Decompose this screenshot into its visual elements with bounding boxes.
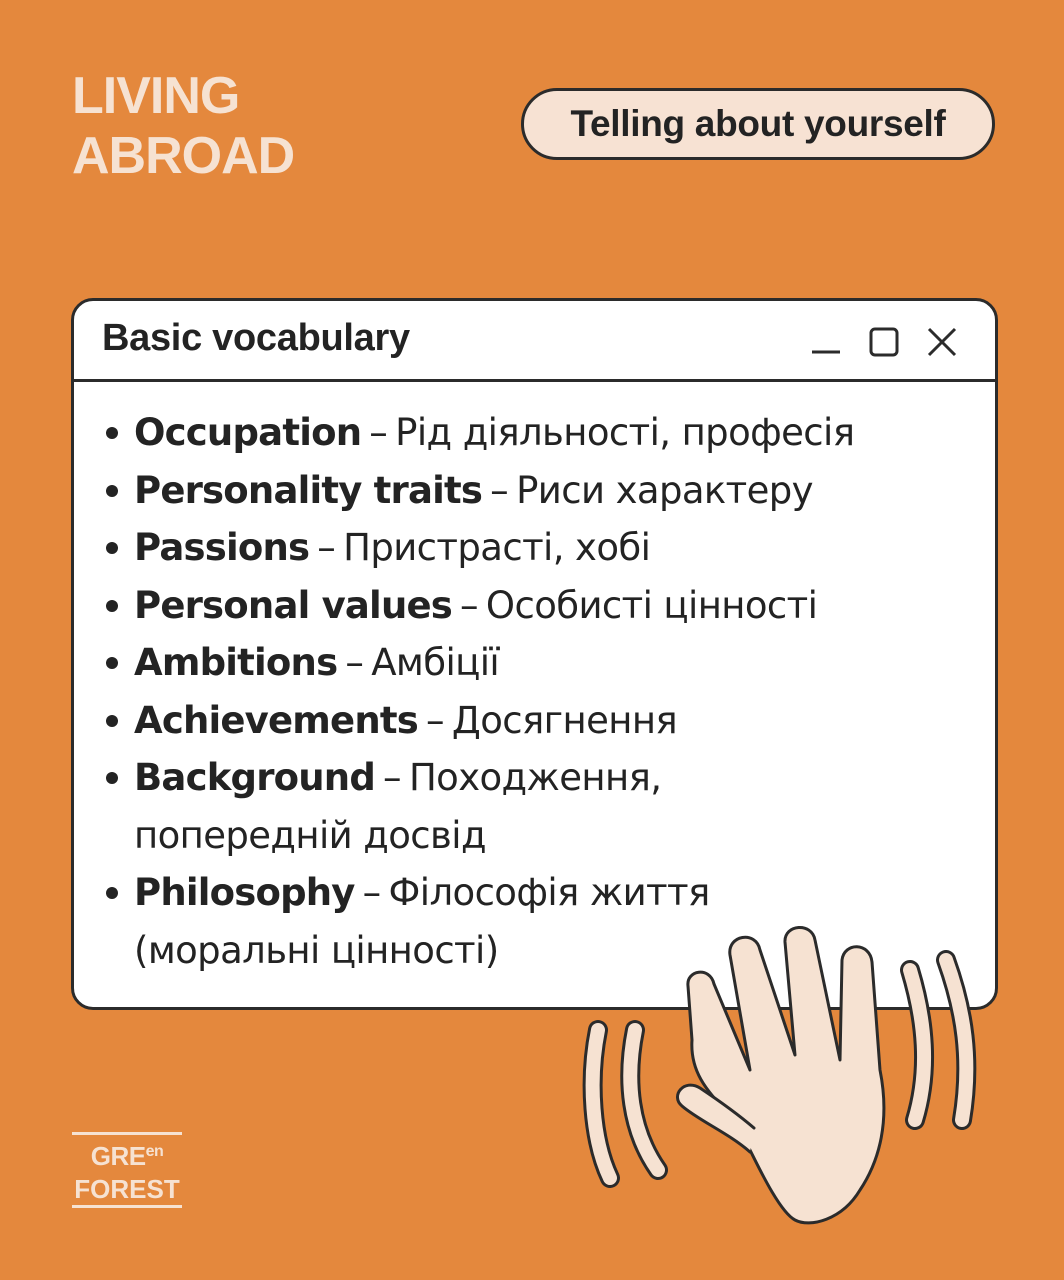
vocab-term: Passions — [134, 526, 310, 569]
window-titlebar: Basic vocabulary — [74, 301, 995, 382]
window-title: Basic vocabulary — [102, 317, 410, 359]
series-title: LIVING ABROAD — [72, 66, 295, 186]
vocab-translation: Філософія життя — [388, 871, 711, 914]
dash: – — [383, 756, 402, 799]
vocab-item-ambitions: Ambitions – Амбіції — [102, 634, 995, 692]
vocab-translation-cont: (моральні цінності) — [134, 928, 499, 972]
dash: – — [317, 526, 336, 569]
dash: – — [490, 468, 509, 512]
vocab-term: Occupation — [134, 411, 362, 454]
vocab-item-background: Background – Походження, попередній досвід — [102, 749, 995, 864]
vocab-term: Personal values — [134, 583, 453, 627]
vocab-term: Ambitions — [134, 641, 338, 684]
dash: – — [345, 641, 364, 684]
vocab-item-personality-traits: Personality traits – Риси характеру — [102, 462, 995, 520]
vocab-item-achievements: Achievements – Досягнення — [102, 692, 995, 750]
waving-hand-icon — [582, 926, 977, 1225]
series-title-line2: ABROAD — [72, 127, 295, 185]
dash: – — [460, 583, 479, 627]
logo-text-en: en — [145, 1143, 164, 1160]
dash: – — [362, 871, 382, 914]
logo-text-bottom: FOREST — [74, 1174, 180, 1204]
vocab-translation: Особисті цінності — [485, 583, 818, 627]
vocab-term: Achievements — [134, 698, 419, 742]
vocab-term: Philosophy — [134, 871, 355, 914]
minimize-icon[interactable] — [809, 325, 843, 359]
vocabulary-window: Basic vocabulary Occupation – Рід діяльнос… — [71, 298, 998, 1010]
logo-text-top: GRE — [90, 1141, 146, 1171]
vocab-term: Background — [134, 756, 376, 799]
vocab-translation: Рід діяльності, професія — [395, 411, 855, 454]
vocab-item-occupation: Occupation – Рід діяльності, професія — [102, 404, 995, 462]
window-controls — [809, 325, 959, 359]
maximize-icon[interactable] — [867, 325, 901, 359]
vocab-term: Personality traits — [134, 468, 483, 512]
greenforest-logo: GREen FOREST — [72, 1132, 182, 1208]
series-title-line1: LIVING — [72, 67, 240, 125]
dash: – — [369, 411, 388, 454]
close-icon[interactable] — [925, 325, 959, 359]
vocab-translation: Пристрасті, хобі — [343, 526, 651, 569]
vocab-translation: Походження, — [408, 756, 662, 799]
vocab-item-personal-values: Personal values – Особисті цінності — [102, 577, 995, 635]
vocab-translation: Риси характеру — [516, 468, 813, 512]
vocab-translation: Досягнення — [451, 698, 678, 742]
vocab-translation: Амбіції — [371, 641, 500, 684]
vocab-translation-cont: попередній досвід — [134, 813, 487, 857]
vocabulary-list: Occupation – Рід діяльності, професія Pers… — [74, 382, 995, 979]
vocab-item-passions: Passions – Пристрасті, хобі — [102, 519, 995, 577]
dash: – — [426, 698, 445, 742]
topic-badge: Telling about yourself — [521, 88, 995, 160]
